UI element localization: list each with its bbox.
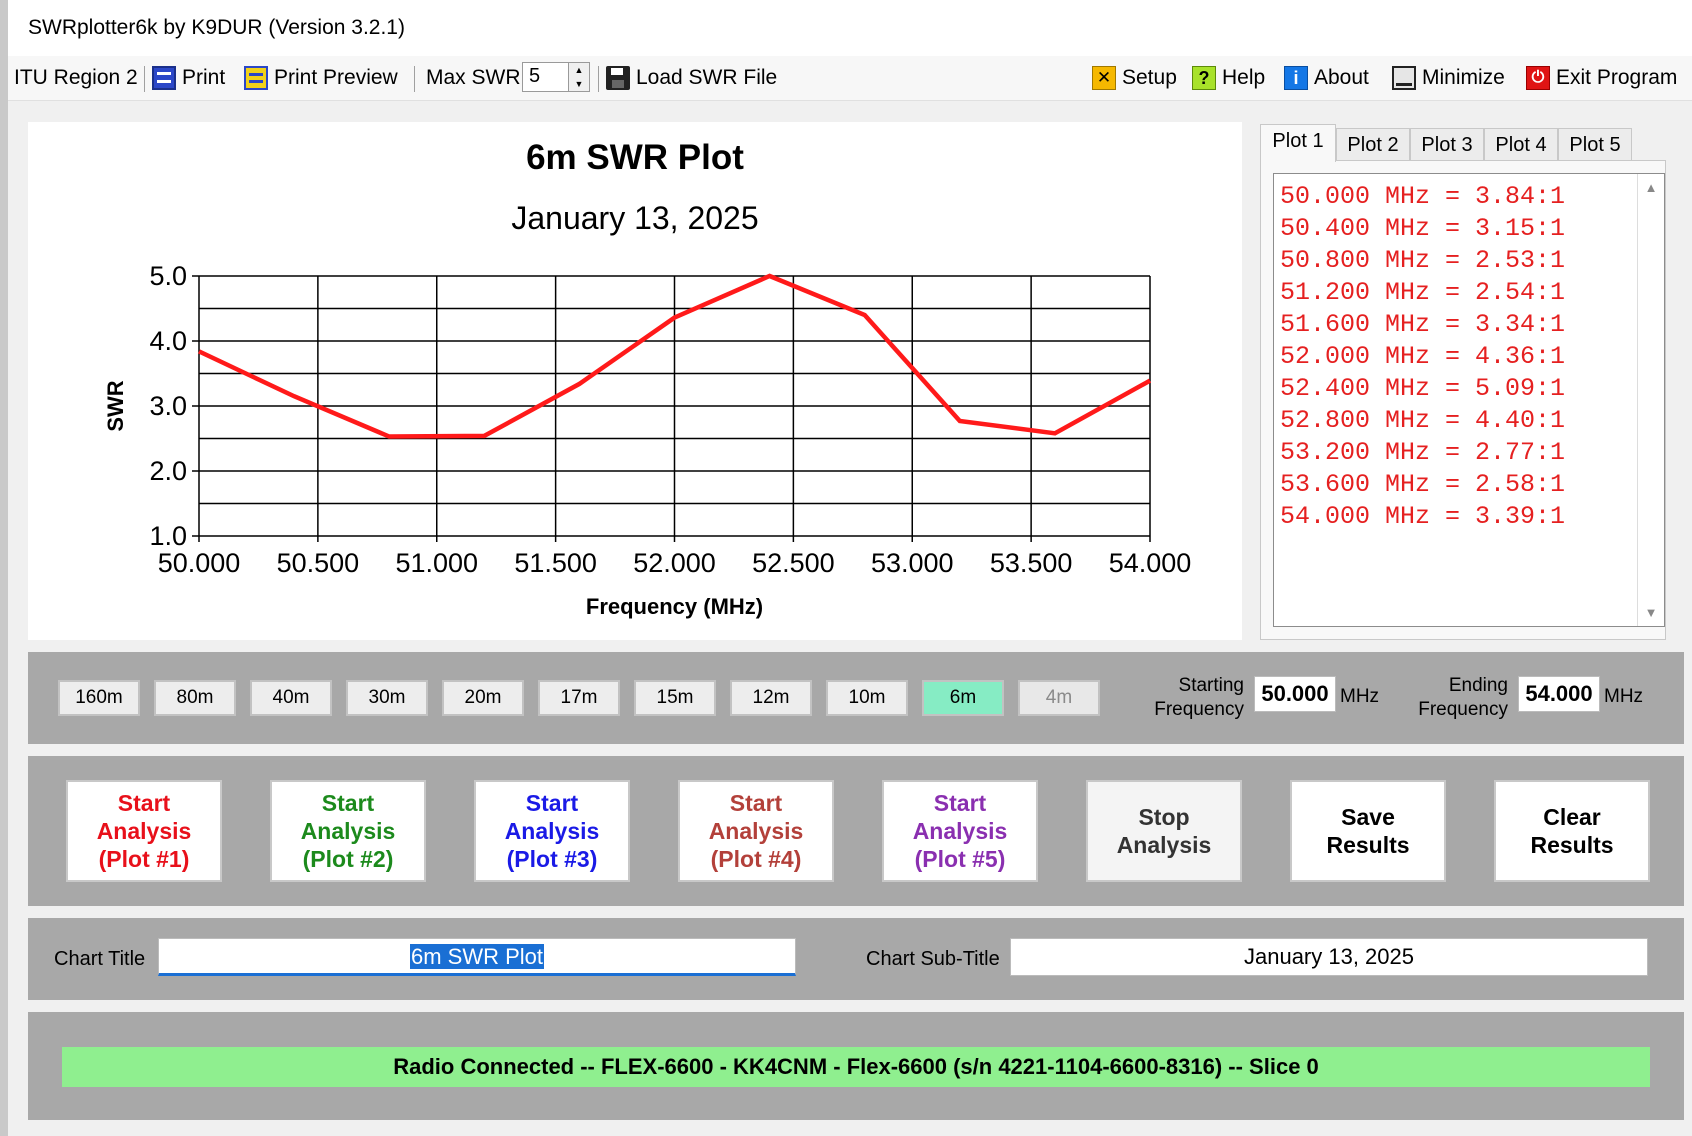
print-button[interactable]: Print xyxy=(152,64,225,92)
max-swr-label: Max SWR xyxy=(426,66,521,89)
y-tick-label: 3.0 xyxy=(149,391,187,421)
minimize-button[interactable]: Minimize xyxy=(1392,64,1505,92)
question-mark-icon: ? xyxy=(1192,66,1216,90)
start-analysis-plot-2-button[interactable]: Start Analysis (Plot #2) xyxy=(270,780,426,882)
tools-icon: ✕ xyxy=(1092,66,1116,90)
swr-plot-area: 50.000 50.500 51.000 51.500 52.000 52.500 53.0… xyxy=(103,261,1192,619)
analysis-panel: Start Analysis (Plot #1) Start Analysis … xyxy=(28,756,1684,906)
starting-frequency-unit: MHz xyxy=(1340,686,1380,707)
x-tick-label: 51.000 xyxy=(395,548,478,578)
scroll-up-icon[interactable]: ▲ xyxy=(1638,180,1664,195)
x-tick-label: 53.000 xyxy=(871,548,954,578)
band-80m-button[interactable]: 80m xyxy=(154,680,236,716)
list-item: 52.000 MHz = 4.36:1 xyxy=(1280,342,1566,371)
max-swr-spinner[interactable]: 5 ▲ ▼ xyxy=(522,62,590,92)
tab-plot-3[interactable]: Plot 3 xyxy=(1410,128,1484,160)
chart-subtitle-label: Chart Sub-Title xyxy=(866,948,1000,970)
spin-down-icon[interactable]: ▼ xyxy=(568,77,589,91)
results-scrollbar[interactable]: ▲ ▼ xyxy=(1637,174,1664,626)
load-swr-file-button[interactable]: Load SWR File xyxy=(606,64,777,92)
tab-plot-1[interactable]: Plot 1 xyxy=(1260,124,1336,162)
chart-subtitle-input[interactable]: January 13, 2025 xyxy=(1010,938,1648,976)
max-swr-value: 5 xyxy=(529,65,541,87)
starting-frequency-label: Starting Frequency xyxy=(1154,675,1244,720)
ending-frequency-input[interactable]: 54.000 xyxy=(1518,676,1600,712)
clear-results-button[interactable]: Clear Results xyxy=(1494,780,1650,882)
start-analysis-plot-4-button[interactable]: Start Analysis (Plot #4) xyxy=(678,780,834,882)
x-axis-label: Frequency (MHz) xyxy=(586,594,763,619)
x-tick-label: 52.500 xyxy=(752,548,835,578)
band-6m-button[interactable]: 6m xyxy=(922,680,1004,716)
stop-analysis-button[interactable]: Stop Analysis xyxy=(1086,780,1242,882)
plot-1-panel: 50.000 MHz = 3.84:1 50.400 MHz = 3.15:1 … xyxy=(1260,160,1666,640)
results-list[interactable]: 50.000 MHz = 3.84:1 50.400 MHz = 3.15:1 … xyxy=(1273,173,1665,627)
power-icon: ⏻ xyxy=(1526,66,1550,90)
list-item: 52.400 MHz = 5.09:1 xyxy=(1280,374,1566,403)
chart-title-input[interactable]: 6m SWR Plot xyxy=(158,938,796,976)
tab-plot-5[interactable]: Plot 5 xyxy=(1558,128,1632,160)
setup-button[interactable]: ✕ Setup xyxy=(1092,64,1177,92)
print-preview-icon xyxy=(244,66,268,90)
list-item: 51.200 MHz = 2.54:1 xyxy=(1280,278,1566,307)
x-tick-label: 50.000 xyxy=(158,548,241,578)
list-item: 51.600 MHz = 3.34:1 xyxy=(1280,310,1566,339)
start-analysis-plot-3-button[interactable]: Start Analysis (Plot #3) xyxy=(474,780,630,882)
starting-frequency-input[interactable]: 50.000 xyxy=(1254,676,1336,712)
minimize-icon xyxy=(1392,66,1416,90)
band-10m-button[interactable]: 10m xyxy=(826,680,908,716)
y-tick-label: 5.0 xyxy=(149,261,187,291)
x-tick-label: 51.500 xyxy=(514,548,597,578)
floppy-disk-icon xyxy=(606,66,630,90)
band-20m-button[interactable]: 20m xyxy=(442,680,524,716)
band-30m-button[interactable]: 30m xyxy=(346,680,428,716)
y-tick-label: 1.0 xyxy=(149,521,187,551)
status-panel: Radio Connected -- FLEX-6600 - KK4CNM - … xyxy=(28,1012,1684,1120)
x-tick-label: 52.000 xyxy=(633,548,716,578)
list-item: 50.400 MHz = 3.15:1 xyxy=(1280,214,1566,243)
list-item: 50.800 MHz = 2.53:1 xyxy=(1280,246,1566,275)
list-item: 52.800 MHz = 4.40:1 xyxy=(1280,406,1566,435)
window-title: SWRplotter6k by K9DUR (Version 3.2.1) xyxy=(28,16,405,39)
about-button[interactable]: i About xyxy=(1284,64,1369,92)
scroll-down-icon[interactable]: ▼ xyxy=(1638,605,1664,620)
tab-plot-2[interactable]: Plot 2 xyxy=(1336,128,1410,160)
ending-frequency-unit: MHz xyxy=(1604,686,1644,707)
list-item: 50.000 MHz = 3.84:1 xyxy=(1280,182,1566,211)
info-icon: i xyxy=(1284,66,1308,90)
tab-plot-4[interactable]: Plot 4 xyxy=(1484,128,1558,160)
title-bar: SWRplotter6k by K9DUR (Version 3.2.1) xyxy=(8,0,1692,56)
print-preview-button[interactable]: Print Preview xyxy=(244,64,398,92)
band-panel: 160m 80m 40m 30m 20m 17m 15m 12m 10m 6m … xyxy=(28,652,1684,744)
x-tick-label: 53.500 xyxy=(990,548,1073,578)
connection-status: Radio Connected -- FLEX-6600 - KK4CNM - … xyxy=(62,1047,1650,1087)
chart-title-label: Chart Title xyxy=(54,948,146,970)
y-axis-label: SWR xyxy=(103,380,128,431)
swr-chart: 6m SWR Plot January 13, 2025 50.000 50.50… xyxy=(28,122,1242,640)
ending-frequency-label: Ending Frequency xyxy=(1418,675,1508,720)
exit-program-button[interactable]: ⏻ Exit Program xyxy=(1526,64,1677,92)
spin-up-icon[interactable]: ▲ xyxy=(568,63,589,77)
x-tick-label: 54.000 xyxy=(1109,548,1192,578)
y-tick-label: 2.0 xyxy=(149,456,187,486)
printer-icon xyxy=(152,66,176,90)
band-15m-button[interactable]: 15m xyxy=(634,680,716,716)
start-analysis-plot-1-button[interactable]: Start Analysis (Plot #1) xyxy=(66,780,222,882)
toolbar: ITU Region 2 Print Print Preview Max SWR… xyxy=(8,56,1692,101)
list-item: 53.600 MHz = 2.58:1 xyxy=(1280,470,1566,499)
y-tick-label: 4.0 xyxy=(149,326,187,356)
chart-title-panel: Chart Title 6m SWR Plot Chart Sub-Title … xyxy=(28,918,1684,1000)
list-item: 54.000 MHz = 3.39:1 xyxy=(1280,502,1566,531)
x-tick-label: 50.500 xyxy=(277,548,360,578)
start-analysis-plot-5-button[interactable]: Start Analysis (Plot #5) xyxy=(882,780,1038,882)
help-button[interactable]: ? Help xyxy=(1192,64,1265,92)
band-12m-button[interactable]: 12m xyxy=(730,680,812,716)
band-160m-button[interactable]: 160m xyxy=(58,680,140,716)
save-results-button[interactable]: Save Results xyxy=(1290,780,1446,882)
app-window: SWRplotter6k by K9DUR (Version 3.2.1) IT… xyxy=(8,0,1692,1136)
band-17m-button[interactable]: 17m xyxy=(538,680,620,716)
band-40m-button[interactable]: 40m xyxy=(250,680,332,716)
region-label: ITU Region 2 xyxy=(14,66,138,89)
band-4m-button: 4m xyxy=(1018,680,1100,716)
list-item: 53.200 MHz = 2.77:1 xyxy=(1280,438,1566,467)
